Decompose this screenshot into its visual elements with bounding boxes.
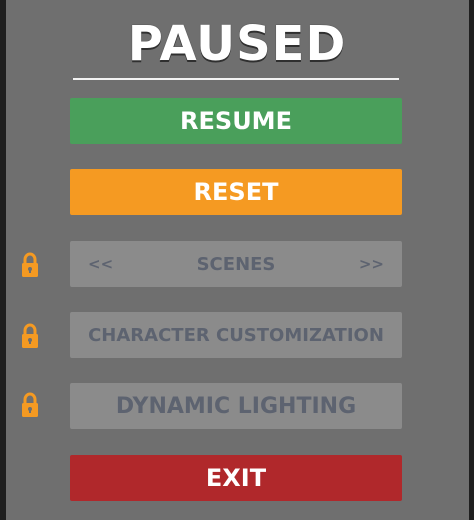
pause-title: PAUSED bbox=[127, 16, 347, 72]
character-customization-button[interactable]: CHARACTER CUSTOMIZATION bbox=[70, 312, 402, 358]
reset-button[interactable]: RESET bbox=[70, 169, 402, 215]
resume-button[interactable]: RESUME bbox=[70, 98, 402, 144]
exit-button[interactable]: EXIT bbox=[70, 455, 402, 501]
scenes-selector[interactable]: << SCENES >> bbox=[70, 241, 402, 287]
lock-icon bbox=[19, 391, 41, 419]
scenes-label: SCENES bbox=[196, 253, 276, 275]
scenes-prev-arrow[interactable]: << bbox=[88, 255, 113, 273]
title-divider bbox=[73, 78, 399, 80]
lock-icon bbox=[19, 251, 41, 279]
scenes-next-arrow[interactable]: >> bbox=[359, 255, 384, 273]
dynamic-lighting-button[interactable]: DYNAMIC LIGHTING bbox=[70, 383, 402, 429]
lock-icon bbox=[19, 322, 41, 350]
